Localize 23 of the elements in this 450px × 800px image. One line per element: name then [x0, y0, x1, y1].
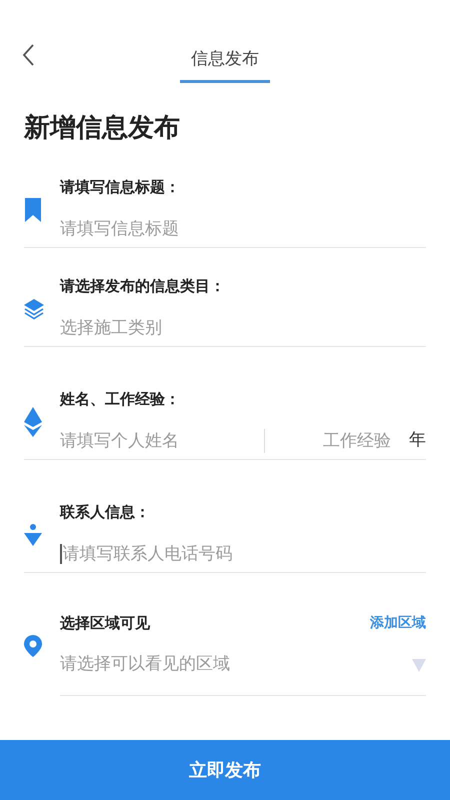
region-select[interactable]: 请选择可以看见的区域 — [60, 649, 426, 681]
diamond-icon — [24, 407, 42, 437]
layers-icon — [24, 298, 44, 320]
field-label: 请选择发布的信息类目： — [60, 276, 226, 297]
field-label: 联系人信息： — [60, 502, 151, 523]
input-field[interactable]: 请填写联系人电话号码 — [62, 538, 426, 570]
field-label: 选择区域可见 — [60, 613, 150, 634]
location-pin-icon — [24, 635, 42, 657]
field-label: 姓名、工作经验： — [60, 389, 181, 410]
input-field[interactable]: 工作经验 — [275, 425, 391, 457]
input-field[interactable]: 请填写个人姓名 — [60, 425, 260, 457]
publish-button[interactable]: 立即发布 — [0, 740, 450, 800]
page-heading: 新增信息发布 — [24, 112, 181, 145]
back-icon — [21, 43, 35, 68]
input-field[interactable]: 请填写信息标题 — [60, 213, 426, 245]
dropdown-icon — [412, 658, 426, 672]
bookmark-icon — [24, 198, 42, 222]
field-label: 请填写信息标题： — [60, 177, 181, 198]
header-tab[interactable]: 信息发布 — [180, 40, 270, 83]
unit-label: 年 — [409, 429, 426, 452]
input-field[interactable]: 选择施工类别 — [60, 312, 426, 344]
add-region-link[interactable]: 添加区域 — [370, 611, 426, 635]
person-marker-icon — [24, 524, 42, 546]
